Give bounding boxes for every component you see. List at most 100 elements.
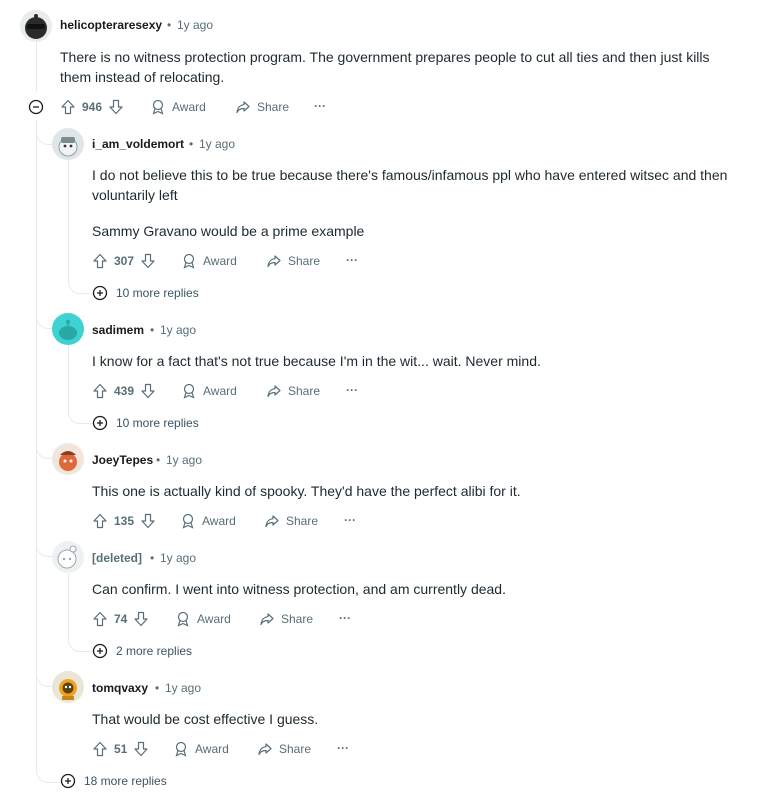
vote-count: 439	[114, 384, 135, 398]
share-icon	[260, 613, 274, 626]
award-label: Award	[202, 514, 236, 528]
downvote-icon[interactable]	[133, 611, 149, 627]
award-label: Award	[203, 384, 237, 398]
avatar[interactable]	[20, 10, 52, 42]
collapse-button[interactable]	[28, 99, 44, 115]
upvote-icon[interactable]	[92, 611, 108, 627]
upvote-icon[interactable]	[92, 383, 108, 399]
more-replies-button[interactable]: 18 more replies	[60, 773, 167, 789]
vote-bar: 74	[92, 611, 149, 627]
award-icon	[183, 383, 195, 399]
comment-body: I know for a fact that's not true becaus…	[92, 353, 541, 369]
comment-body: That would be cost effective I guess.	[92, 711, 319, 727]
award-label: Award	[195, 742, 229, 756]
avatar[interactable]	[52, 128, 84, 160]
more-options-button[interactable]: ···	[344, 513, 356, 527]
upvote-icon[interactable]	[60, 99, 76, 115]
share-button[interactable]: Share	[259, 611, 313, 627]
share-label: Share	[279, 742, 312, 756]
share-button[interactable]: Share	[264, 513, 318, 529]
thread-elbow	[36, 310, 53, 329]
reply-line	[68, 346, 69, 402]
award-icon	[177, 611, 189, 627]
timestamp[interactable]: 1y ago	[165, 681, 201, 695]
upvote-icon[interactable]	[92, 513, 108, 529]
reply-line	[68, 160, 69, 270]
comment-body: There is no witness protection program. …	[60, 49, 710, 85]
more-options-button[interactable]: ···	[339, 611, 351, 625]
more-options-button[interactable]: ···	[346, 253, 358, 267]
upvote-icon[interactable]	[92, 253, 108, 269]
share-icon	[265, 515, 279, 528]
award-label: Award	[203, 254, 237, 268]
more-replies-label: 18 more replies	[84, 774, 167, 788]
more-options-button[interactable]: ···	[346, 383, 358, 397]
award-button[interactable]: Award	[181, 253, 237, 269]
share-label: Share	[288, 384, 321, 398]
more-replies-label: 10 more replies	[116, 286, 199, 300]
downvote-icon[interactable]	[140, 513, 156, 529]
comment-body: I do not believe this to be true because…	[92, 167, 728, 203]
share-icon	[267, 385, 281, 398]
more-options-button[interactable]: ···	[337, 741, 349, 755]
thread-elbow	[36, 668, 53, 687]
username: [deleted]	[92, 551, 143, 565]
comment-body: Sammy Gravano would be a prime example	[92, 223, 365, 239]
award-button[interactable]: Award	[150, 99, 206, 115]
separator-dot: •	[156, 453, 161, 467]
share-button[interactable]: Share	[266, 253, 320, 269]
award-button[interactable]: Award	[173, 741, 229, 757]
username[interactable]: JoeyTepes	[92, 453, 153, 467]
more-replies-label: 10 more replies	[116, 416, 199, 430]
plus-circle-icon	[92, 643, 108, 659]
vote-count: 135	[114, 514, 135, 528]
username[interactable]: i_am_voldemort	[92, 137, 184, 151]
minus-circle-icon	[28, 99, 44, 115]
upvote-icon[interactable]	[92, 741, 108, 757]
vote-count: 307	[114, 254, 135, 268]
downvote-icon[interactable]	[140, 253, 156, 269]
share-icon	[267, 255, 281, 268]
more-replies-button[interactable]: 10 more replies	[92, 285, 199, 301]
avatar[interactable]	[52, 313, 84, 345]
award-icon	[183, 253, 195, 269]
award-label: Award	[172, 100, 206, 114]
vote-bar: 135	[92, 513, 156, 529]
award-button[interactable]: Award	[175, 611, 231, 627]
more-replies-button[interactable]: 10 more replies	[92, 415, 199, 431]
plus-circle-icon	[60, 773, 76, 789]
reply-elbow	[68, 400, 93, 424]
share-button[interactable]: Share	[266, 383, 320, 399]
timestamp[interactable]: 1y ago	[199, 137, 235, 151]
avatar[interactable]	[52, 443, 84, 475]
more-replies-button[interactable]: 2 more replies	[92, 643, 192, 659]
username[interactable]: sadimem	[92, 323, 144, 337]
share-label: Share	[286, 514, 319, 528]
timestamp[interactable]: 1y ago	[177, 18, 213, 32]
username[interactable]: tomqvaxy	[92, 681, 148, 695]
downvote-icon[interactable]	[140, 383, 156, 399]
timestamp[interactable]: 1y ago	[166, 453, 202, 467]
downvote-icon[interactable]	[133, 741, 149, 757]
username[interactable]: helicopteraresexy	[60, 18, 162, 32]
timestamp[interactable]: 1y ago	[160, 323, 196, 337]
downvote-icon[interactable]	[108, 99, 124, 115]
timestamp[interactable]: 1y ago	[160, 551, 196, 565]
share-button[interactable]: Share	[235, 99, 289, 115]
thread-elbow	[36, 126, 53, 145]
separator-dot: •	[167, 18, 172, 32]
more-replies-label: 2 more replies	[116, 644, 193, 658]
avatar[interactable]	[52, 541, 84, 573]
vote-count: 74	[114, 612, 128, 626]
share-button[interactable]: Share	[257, 741, 311, 757]
avatar[interactable]	[52, 671, 84, 703]
separator-dot: •	[150, 323, 155, 337]
award-icon	[175, 741, 187, 757]
award-button[interactable]: Award	[181, 383, 237, 399]
thread-elbow	[36, 440, 53, 459]
award-button[interactable]: Award	[180, 513, 236, 529]
separator-dot: •	[155, 681, 160, 695]
more-options-button[interactable]: ···	[314, 99, 326, 113]
reply-elbow	[68, 270, 93, 294]
share-label: Share	[257, 100, 290, 114]
